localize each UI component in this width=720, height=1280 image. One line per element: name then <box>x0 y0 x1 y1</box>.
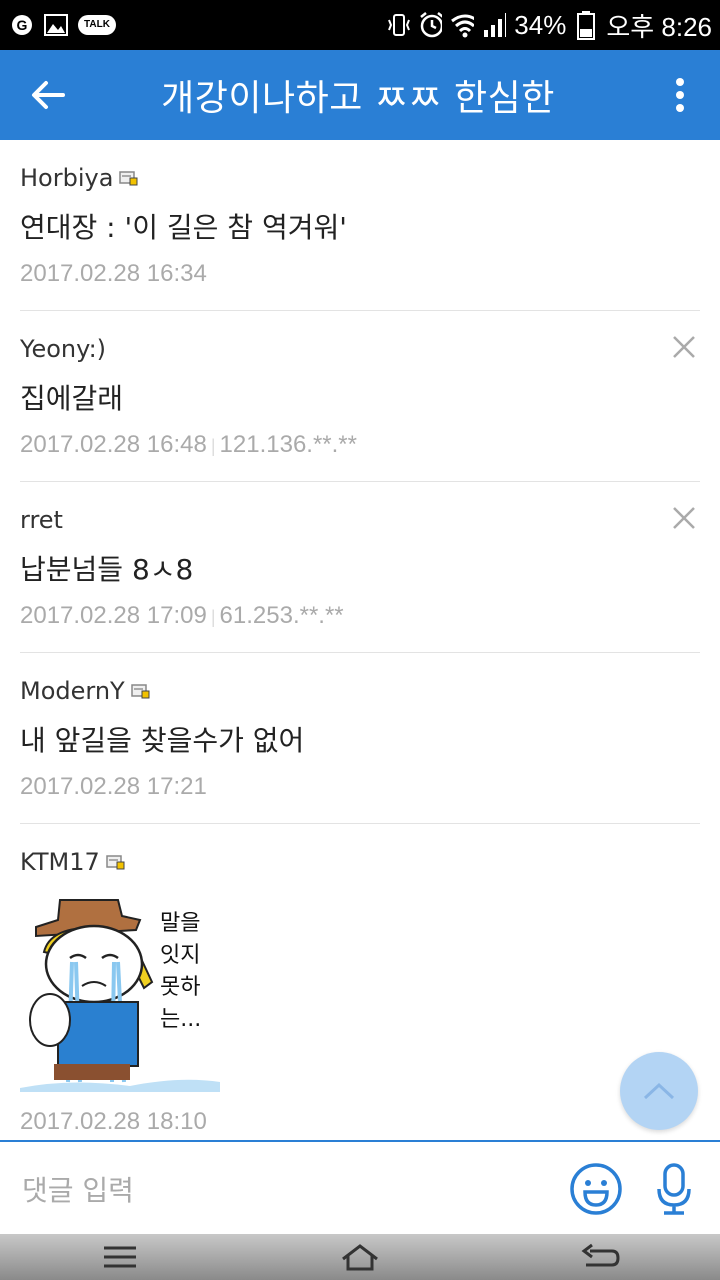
mic-button[interactable] <box>654 1161 694 1217</box>
comment-list[interactable]: Horbiya 연대장 : '이 길은 참 역겨워' 2017.02.28 16… <box>0 140 720 1140</box>
emoticon-button[interactable] <box>568 1161 624 1217</box>
notification-g-icon: G <box>10 13 34 37</box>
menu-button[interactable] <box>100 1242 140 1272</box>
more-vertical-icon <box>676 78 684 112</box>
delete-comment-button[interactable] <box>668 331 700 363</box>
comment-ip: 61.253.**.** <box>219 602 344 629</box>
app-bar: 개강이나하고 ㅉㅉ 한심한 <box>0 50 720 140</box>
clock: 오후 8:26 <box>606 11 712 42</box>
member-badge-icon <box>130 684 150 699</box>
comment-ip: 121.136.**.** <box>219 431 357 458</box>
comment-item: rret 납분넘들 8ㅅ8 2017.02.28 17:09 | 61.253.**… <box>20 482 700 653</box>
comment-input[interactable]: 댓글 입력 <box>0 1169 568 1209</box>
signal-icon <box>482 13 507 37</box>
home-icon <box>342 1244 378 1271</box>
comment-date: 2017.02.28 18:10 <box>20 1108 207 1135</box>
comment-body: 납분넘들 8ㅅ8 <box>20 553 194 586</box>
wifi-icon <box>450 13 475 38</box>
comment-body: 연대장 : '이 길은 참 역겨워' <box>20 211 347 244</box>
comment-body: 내 앞길을 찾을수가 없어 <box>20 724 305 757</box>
back-nav-button[interactable] <box>580 1242 620 1272</box>
alarm-icon <box>418 12 443 38</box>
gallery-icon <box>44 13 68 37</box>
close-icon <box>673 336 695 358</box>
comment-item: Horbiya 연대장 : '이 길은 참 역겨워' 2017.02.28 16… <box>20 140 700 311</box>
status-bar: G TALK 34% 오후 8:26 <box>0 0 720 50</box>
comment-author[interactable]: rret <box>20 506 63 534</box>
system-nav-bar <box>0 1234 720 1280</box>
comment-author[interactable]: KTM17 <box>20 848 100 876</box>
comment-author[interactable]: Horbiya <box>20 164 113 192</box>
comment-date: 2017.02.28 17:09 <box>20 602 207 629</box>
crying-cowboy-sticker[interactable]: 말을 잇지 못하 는... <box>20 892 240 1092</box>
comment-body: 집에갈래 <box>20 382 124 415</box>
comment-author[interactable]: ModernY <box>20 677 125 705</box>
overflow-menu-button[interactable] <box>640 50 720 140</box>
sticker-text: 말을 <box>160 911 200 936</box>
comment-input-bar: 댓글 입력 <box>0 1140 720 1236</box>
undo-back-icon <box>581 1243 620 1267</box>
menu-icon <box>104 1246 136 1268</box>
sticker-text: 못하 <box>160 975 200 1000</box>
comment-date: 2017.02.28 16:48 <box>20 431 207 458</box>
meta-divider: | <box>210 607 216 627</box>
comment-item: Yeony:) 집에갈래 2017.02.28 16:48 | 121.136.**… <box>20 311 700 482</box>
svg-text:G: G <box>17 17 28 33</box>
battery-icon <box>574 11 598 40</box>
delete-comment-button[interactable] <box>668 502 700 534</box>
close-icon <box>673 507 695 529</box>
back-button[interactable] <box>0 50 96 140</box>
vibrate-icon <box>386 13 411 37</box>
comment-author[interactable]: Yeony:) <box>20 335 106 363</box>
kakaotalk-icon: TALK <box>78 15 116 35</box>
comment-item: KTM17 말을 잇지 못하 는... 2017.02.28 18:10 <box>20 824 700 1140</box>
page-title: 개강이나하고 ㅉㅉ 한심한 <box>161 78 555 119</box>
sticker-text: 는... <box>160 1007 201 1032</box>
comment-item: ModernY 내 앞길을 찾을수가 없어 2017.02.28 17:21 <box>20 653 700 824</box>
comment-date: 2017.02.28 17:21 <box>20 773 207 800</box>
arrow-left-icon <box>32 81 65 109</box>
scroll-to-top-button[interactable] <box>620 1052 698 1130</box>
member-badge-icon <box>119 171 138 186</box>
comment-date: 2017.02.28 16:34 <box>20 260 207 287</box>
meta-divider: | <box>210 436 216 456</box>
chevron-up-icon <box>643 1082 675 1100</box>
member-badge-icon <box>106 855 125 870</box>
battery-percent: 34% <box>514 9 567 40</box>
home-button[interactable] <box>340 1242 380 1272</box>
sticker-text: 잇지 <box>160 943 200 968</box>
